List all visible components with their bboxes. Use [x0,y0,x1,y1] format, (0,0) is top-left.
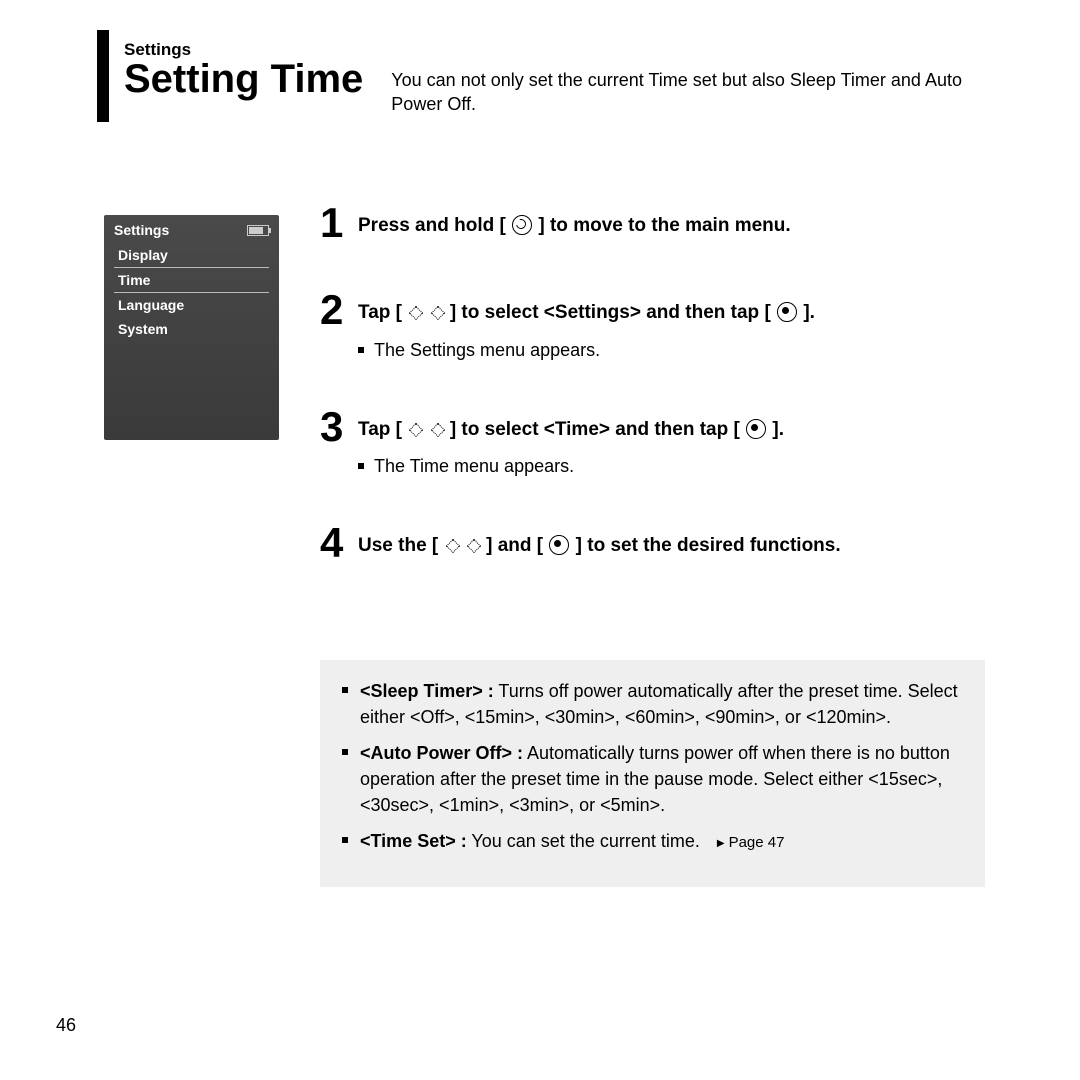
page-subtitle: You can not only set the current Time se… [391,60,981,117]
step: 2Tap [ ] to select <Settings> and then t… [320,289,970,361]
diamond-up-icon [408,422,422,436]
step: 4Use the [ ] and [ ] to set the desired … [320,522,970,564]
step-title: Tap [ ] to select <Settings> and then ta… [358,301,815,326]
time-set-pageref: Page 47 [717,834,785,851]
step: 1Press and hold [ ] to move to the main … [320,202,970,244]
diamond-down-icon [466,538,480,552]
time-set-text: You can set the current time. [467,831,700,851]
step-note: The Time menu appears. [358,456,784,477]
page-number: 46 [56,1015,76,1036]
battery-icon [247,225,269,236]
step-title: Tap [ ] to select <Time> and then tap [ … [358,418,784,443]
time-set-label: <Time Set> : [360,831,467,851]
header-bar [97,30,109,122]
device-menu-item: System [104,317,279,341]
diamond-down-icon [430,422,444,436]
select-button-icon [777,302,797,322]
steps: 1Press and hold [ ] to move to the main … [320,202,970,609]
step-note: The Settings menu appears. [358,340,815,361]
step-title: Use the [ ] and [ ] to set the desired f… [358,534,841,559]
device-menu-item: Time [114,267,269,293]
device-screenshot: Settings DisplayTimeLanguageSystem [104,215,279,440]
page-title: Setting Time [124,57,363,102]
device-menu-item: Display [104,243,279,267]
header: Settings Setting Time You can not only s… [124,40,1024,117]
diamond-right-icon [430,305,444,319]
diamond-left-icon [408,305,422,319]
auto-power-off-label: <Auto Power Off> : [360,743,523,763]
info-box: <Sleep Timer> : Turns off power automati… [320,660,985,887]
step-number: 1 [320,202,358,244]
back-arrow-icon [512,215,532,235]
select-button-icon [746,419,766,439]
step-number: 2 [320,289,358,331]
step-number: 4 [320,522,358,564]
diamond-up-icon [445,538,459,552]
step-title: Press and hold [ ] to move to the main m… [358,214,791,239]
device-menu-item: Language [104,293,279,317]
device-title: Settings [114,222,169,238]
step-number: 3 [320,406,358,448]
select-button-icon [549,535,569,555]
sleep-timer-label: <Sleep Timer> : [360,681,494,701]
step: 3Tap [ ] to select <Time> and then tap [… [320,406,970,478]
